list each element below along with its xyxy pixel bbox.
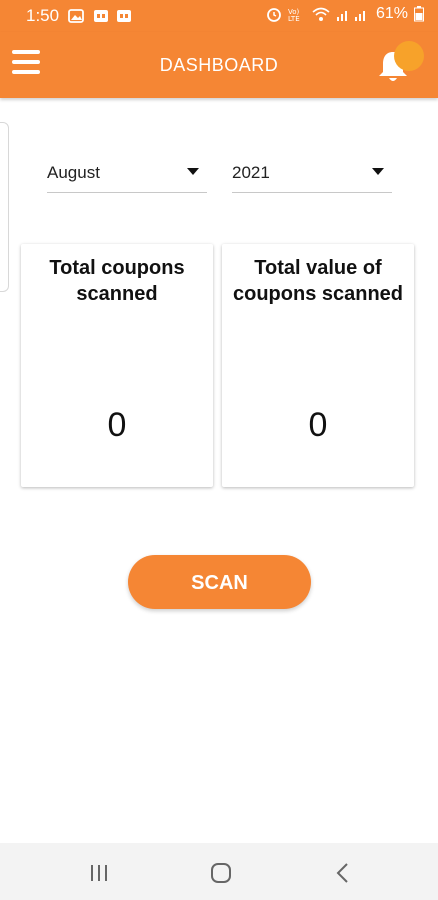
caret-down-icon: [187, 168, 199, 175]
recents-icon[interactable]: [85, 859, 113, 887]
wifi-icon: [312, 7, 330, 21]
month-select[interactable]: August: [47, 150, 207, 193]
month-select-value: August: [47, 163, 100, 182]
caret-down-icon: [372, 168, 384, 175]
app-bar: DASHBOARD: [0, 32, 438, 98]
card-label: Total coupons scanned: [49, 257, 185, 305]
year-select[interactable]: 2021: [232, 150, 392, 193]
status-indicators: Vo) LTE 61%: [266, 5, 424, 23]
signal-icon: [336, 11, 365, 21]
card-label: Total value of coupons scanned: [232, 257, 404, 305]
gallery-notification-icon: [68, 9, 84, 23]
alarm-icon: [267, 8, 281, 22]
system-nav-bar: [0, 843, 438, 900]
side-drawer-edge[interactable]: [0, 122, 9, 292]
year-select-value: 2021: [232, 163, 270, 182]
home-icon[interactable]: [207, 859, 235, 887]
total-value-card: Total value of coupons scanned 0: [222, 244, 414, 487]
scan-button[interactable]: SCAN: [128, 555, 311, 609]
battery-percentage: 61%: [375, 5, 408, 22]
battery-icon: [414, 6, 424, 22]
status-time: 1:50: [26, 6, 60, 25]
notification-badge: [394, 41, 424, 71]
card-value: 0: [107, 406, 127, 444]
card-value: 0: [308, 406, 328, 444]
notification-icon: [117, 10, 131, 22]
volte-icon: Vo) LTE: [288, 8, 300, 22]
notification-icon: [94, 10, 108, 22]
total-coupons-card: Total coupons scanned 0: [21, 244, 213, 487]
svg-text:LTE: LTE: [288, 15, 300, 22]
status-bar: 1:50 Vo) LTE 61%: [0, 0, 438, 32]
back-icon[interactable]: [329, 859, 357, 887]
